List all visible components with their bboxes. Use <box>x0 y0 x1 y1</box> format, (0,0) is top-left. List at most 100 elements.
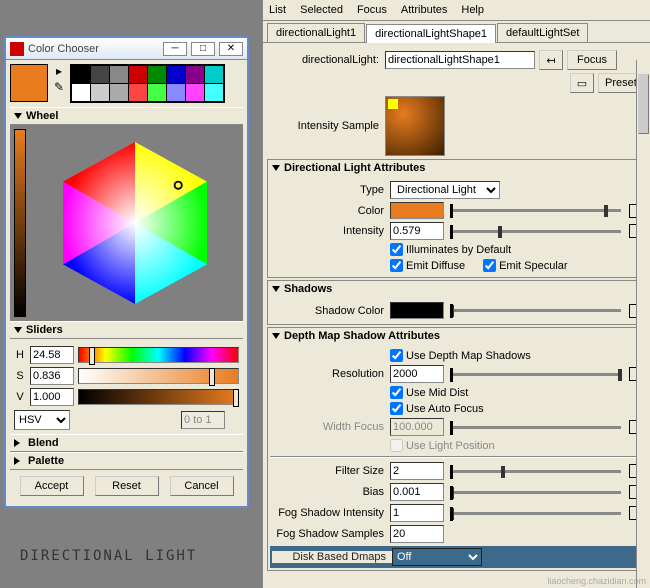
node-name-label: directionalLight: <box>265 54 385 66</box>
emit-diffuse-checkbox[interactable] <box>390 259 403 272</box>
chevron-right-icon <box>14 457 24 465</box>
use-light-position-checkbox <box>390 439 403 452</box>
chevron-down-icon <box>272 165 280 171</box>
use-auto-focus-checkbox[interactable] <box>390 402 403 415</box>
palette-cell[interactable] <box>148 66 166 83</box>
reset-button[interactable]: Reset <box>95 476 159 496</box>
disk-based-dmaps-row: Disk Based Dmaps Off <box>270 546 643 568</box>
shadow-color-slider[interactable] <box>450 309 621 312</box>
load-attrs-icon[interactable]: ↤ <box>539 50 563 70</box>
palette-cell[interactable] <box>110 66 128 83</box>
tab[interactable]: directionalLightShape1 <box>366 24 496 43</box>
palette-cell[interactable] <box>91 84 109 101</box>
fog-intensity-slider[interactable] <box>450 512 621 515</box>
v-input[interactable] <box>30 388 74 406</box>
palette-cell[interactable] <box>186 66 204 83</box>
value-strip[interactable] <box>14 129 26 317</box>
menubar: List Selected Focus Attributes Help <box>263 0 650 21</box>
h-input[interactable] <box>30 346 74 364</box>
menu-item[interactable]: Selected <box>300 4 343 16</box>
palette-cell[interactable] <box>91 66 109 83</box>
caption: Directional Light <box>20 548 197 564</box>
color-slider[interactable] <box>450 209 621 212</box>
palette-cell[interactable] <box>129 66 147 83</box>
menu-item[interactable]: Attributes <box>401 4 447 16</box>
shadows-header[interactable]: Shadows <box>268 281 645 297</box>
focus-button[interactable]: Focus <box>567 50 617 70</box>
palette-cell[interactable] <box>205 66 223 83</box>
fog-intensity-field[interactable] <box>390 504 444 522</box>
tab[interactable]: defaultLightSet <box>497 23 588 42</box>
palette-section-header[interactable]: Palette <box>10 452 243 470</box>
palette-cell[interactable] <box>129 84 147 101</box>
wheel-section-header[interactable]: Wheel <box>10 107 243 125</box>
bias-field[interactable] <box>390 483 444 501</box>
filter-size-slider[interactable] <box>450 470 621 473</box>
s-input[interactable] <box>30 367 74 385</box>
type-select[interactable]: Directional Light <box>390 181 500 199</box>
window-title: Color Chooser <box>28 43 163 55</box>
menu-item[interactable]: Help <box>461 4 484 16</box>
palette-cell[interactable] <box>148 84 166 101</box>
fog-samples-field[interactable] <box>390 525 444 543</box>
palette-grid[interactable] <box>70 64 225 103</box>
menu-item[interactable]: List <box>269 4 286 16</box>
copy-tab-icon[interactable]: ▭ <box>570 73 594 93</box>
chevron-down-icon <box>14 327 22 333</box>
sliders-section-header[interactable]: Sliders <box>10 321 243 339</box>
cancel-button[interactable]: Cancel <box>170 476 234 496</box>
close-button[interactable]: ✕ <box>219 42 243 56</box>
emit-specular-checkbox[interactable] <box>483 259 496 272</box>
color-wheel[interactable] <box>30 129 239 317</box>
disk-based-select[interactable]: Off <box>392 548 482 566</box>
use-mid-dist-checkbox[interactable] <box>390 386 403 399</box>
v-label: V <box>14 391 26 403</box>
filter-size-field[interactable] <box>390 462 444 480</box>
titlebar[interactable]: Color Chooser ─ □ ✕ <box>6 38 247 60</box>
palette-cell[interactable] <box>72 84 90 101</box>
intensity-field[interactable] <box>390 222 444 240</box>
resolution-field[interactable] <box>390 365 444 383</box>
shadow-color-swatch[interactable] <box>390 302 444 319</box>
s-slider[interactable] <box>78 368 239 384</box>
palette-cell[interactable] <box>205 84 223 101</box>
dla-header[interactable]: Directional Light Attributes <box>268 160 645 176</box>
attribute-editor: List Selected Focus Attributes Help directio… <box>262 0 650 588</box>
intensity-slider[interactable] <box>450 230 621 233</box>
blend-section-header[interactable]: Blend <box>10 434 243 452</box>
s-label: S <box>14 370 26 382</box>
h-slider[interactable] <box>78 347 239 363</box>
minimize-button[interactable]: ─ <box>163 42 187 56</box>
eyedropper-icon[interactable]: ✎ <box>52 80 66 94</box>
accept-button[interactable]: Accept <box>20 476 84 496</box>
use-depth-map-checkbox[interactable] <box>390 349 403 362</box>
chevron-down-icon <box>272 286 280 292</box>
maximize-button[interactable]: □ <box>191 42 215 56</box>
current-color-swatch[interactable] <box>10 64 48 102</box>
illuminates-checkbox[interactable] <box>390 243 403 256</box>
resolution-slider[interactable] <box>450 373 621 376</box>
menu-item[interactable]: Focus <box>357 4 387 16</box>
palette-cell[interactable] <box>167 84 185 101</box>
width-focus-slider <box>450 426 621 429</box>
color-swatch[interactable] <box>390 202 444 219</box>
palette-cell[interactable] <box>72 66 90 83</box>
color-chooser-window: Color Chooser ─ □ ✕ ▸ ✎ Wheel <box>4 36 249 508</box>
bias-slider[interactable] <box>450 491 621 494</box>
palette-cell[interactable] <box>110 84 128 101</box>
range-select[interactable] <box>181 411 225 429</box>
chevron-down-icon <box>272 333 280 339</box>
chevron-down-icon <box>14 113 22 119</box>
tabs-row: directionalLight1directionalLightShape1d… <box>263 21 650 43</box>
app-icon <box>10 42 24 56</box>
scrollbar-outer[interactable] <box>636 60 650 588</box>
tab[interactable]: directionalLight1 <box>267 23 365 42</box>
palette-cell[interactable] <box>167 66 185 83</box>
node-name-field[interactable] <box>385 51 535 69</box>
palette-cell[interactable] <box>186 84 204 101</box>
intensity-sample-swatch[interactable] <box>385 96 445 156</box>
color-model-select[interactable]: HSV <box>14 410 70 430</box>
pointer-tool-icon[interactable]: ▸ <box>52 64 66 78</box>
dmsa-header[interactable]: Depth Map Shadow Attributes <box>268 328 645 344</box>
v-slider[interactable] <box>78 389 239 405</box>
